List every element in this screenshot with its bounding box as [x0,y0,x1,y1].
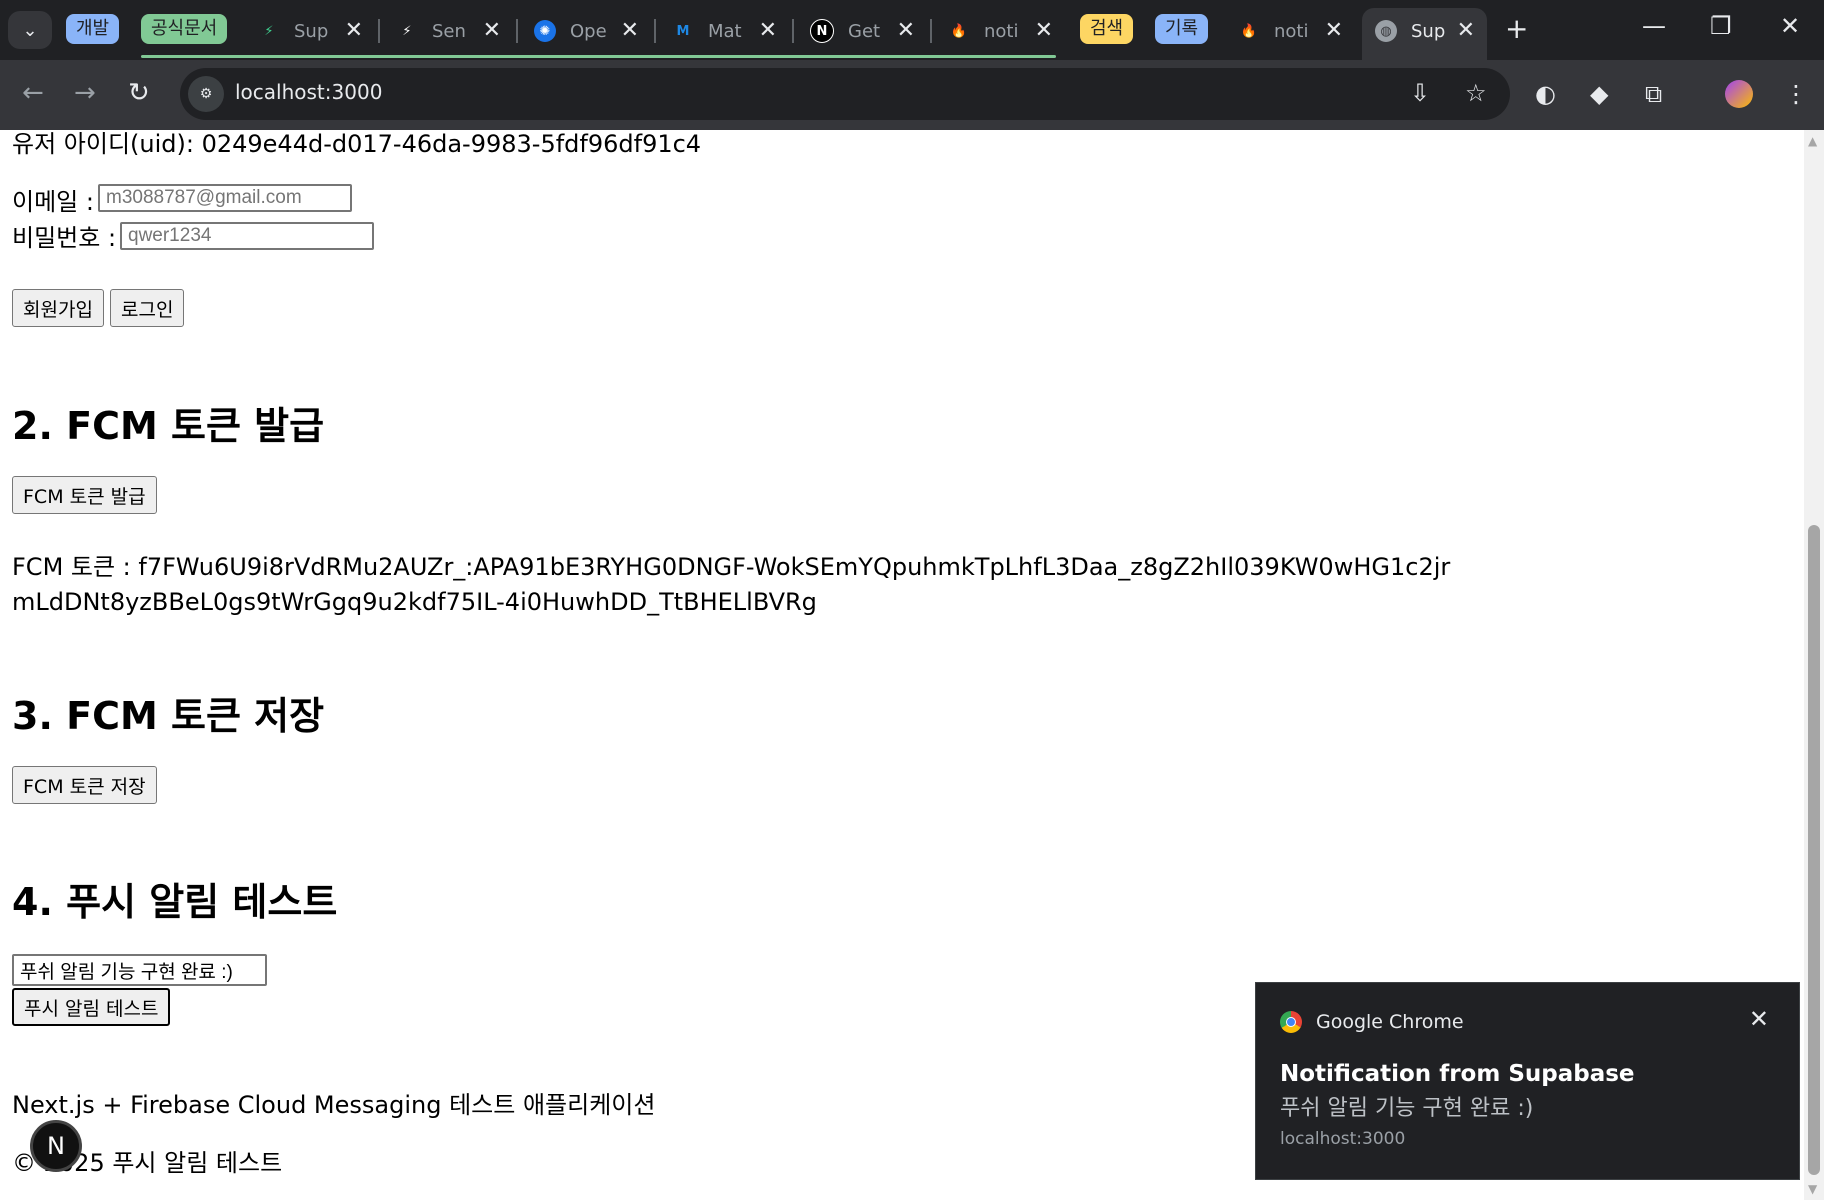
close-icon[interactable]: ✕ [897,18,915,43]
tab-divider [378,19,380,43]
arrow-right-icon: → [74,78,96,108]
notification-body: 푸쉬 알림 기능 구현 완료 :) [1280,1096,1534,1121]
password-label: 비밀번호 : [12,224,117,252]
tab-divider [792,19,794,43]
minimize-icon: — [1642,12,1666,40]
minimize-button[interactable]: — [1642,12,1666,40]
mui-icon: M [676,23,690,39]
notification-app-name: Google Chrome [1316,1011,1464,1033]
chevron-down-icon: ⌄ [22,19,38,41]
url-text: localhost:3000 [235,80,383,104]
firebase-icon: 🔥 [950,23,968,39]
tab-sen[interactable]: ⚡ Sen ✕ [396,14,501,48]
signup-button[interactable]: 회원가입 [12,289,104,327]
tab-group-docs[interactable]: 공식문서 [141,14,228,44]
supabase-icon: ⚡ [264,23,274,39]
restore-icon: ❐ [1710,12,1732,40]
tab-firebase-2[interactable]: 🔥 noti ✕ [1238,14,1343,48]
menu-kebab-icon[interactable]: ⋮ [1784,80,1808,108]
close-icon[interactable]: ✕ [1749,1005,1769,1033]
tab-openai[interactable]: ✺ Ope ✕ [534,14,639,48]
push-message-input[interactable] [12,954,267,986]
scroll-up-icon[interactable]: ▲ [1808,134,1817,148]
save-token-button[interactable]: FCM 토큰 저장 [12,766,157,804]
tab-divider [654,19,656,43]
close-icon[interactable]: ✕ [621,18,639,43]
push-test-button[interactable]: 푸시 알림 테스트 [12,988,171,1026]
tab-divider [930,19,932,43]
section-fcm-issue-title: 2. FCM 토큰 발급 [12,404,325,448]
star-icon[interactable]: ☆ [1465,79,1487,107]
plus-icon: + [1505,12,1529,45]
close-window-button[interactable]: ✕ [1780,12,1800,40]
chrome-notification[interactable]: Google Chrome ✕ Notification from Supaba… [1255,982,1800,1180]
close-icon[interactable]: ✕ [1035,18,1053,43]
nextjs-dev-badge[interactable]: N [30,1120,82,1172]
reload-icon: ↻ [128,78,150,108]
user-id-text: 유저 아이디(uid): 0249e44d-d017-46da-9983-5fd… [12,130,702,158]
close-icon[interactable]: ✕ [1457,18,1475,43]
reload-button[interactable]: ↻ [128,78,150,108]
browser-toolbar: ← → ↻ ⚙ localhost:3000 ⇩ ☆ ◐ ◆ ⧉ ⋮ [0,60,1824,130]
close-icon[interactable]: ✕ [759,18,777,43]
tab-mui[interactable]: M Mat ✕ [672,14,777,48]
tab-label: Get [848,20,881,42]
tab-nextjs[interactable]: N Get ✕ [810,14,915,48]
tab-divider [516,19,518,43]
tab-label: Sup [294,20,329,42]
tab-search-button[interactable]: ⌄ [8,11,52,49]
email-label: 이메일 : [12,188,94,216]
password-field[interactable] [120,222,374,250]
install-app-icon[interactable]: ⇩ [1410,79,1430,107]
back-button[interactable]: ← [22,78,44,108]
login-button[interactable]: 로그인 [110,289,185,327]
nextjs-icon: N [810,19,834,43]
tab-label: noti [1274,20,1309,42]
tab-firebase-1[interactable]: 🔥 noti ✕ [948,14,1053,48]
bolt-icon: ⚡ [402,23,412,39]
scroll-thumb[interactable] [1808,525,1820,1175]
extension-color-icon[interactable]: ◐ [1535,80,1556,108]
arrow-left-icon: ← [22,78,44,108]
scroll-down-icon[interactable]: ▼ [1808,1182,1817,1196]
fcm-token-text: FCM 토큰 : f7FWu6U9i8rVdRMu2AUZr_:APA91bE3… [12,553,1451,616]
openai-icon: ✺ [534,20,556,42]
active-tab-content: ◍ Sup ✕ [1375,14,1475,48]
tab-label: Sup [1411,20,1446,42]
close-icon[interactable]: ✕ [483,18,501,43]
site-info-button[interactable]: ⚙ [188,76,224,112]
tab-label: Sen [432,20,466,42]
extension-code-icon[interactable]: ◆ [1590,80,1608,108]
tab-strip: ⌄ 개발 공식문서 ⚡ Sup ✕ ⚡ Sen ✕ ✺ Ope ✕ M Mat … [0,0,1824,60]
tab-group-underline [141,55,1056,58]
notification-title: Notification from Supabase [1280,1061,1635,1087]
tune-icon: ⚙ [199,86,213,102]
issue-token-button[interactable]: FCM 토큰 발급 [12,476,157,514]
notification-origin: localhost:3000 [1280,1129,1406,1149]
page-scrollbar[interactable]: ▲ ▼ [1804,130,1824,1200]
extensions-puzzle-icon[interactable]: ⧉ [1645,80,1662,108]
chrome-icon [1280,1011,1302,1033]
new-tab-button[interactable]: + [1505,12,1528,45]
close-icon[interactable]: ✕ [345,18,363,43]
tab-group-dev[interactable]: 개발 [66,14,120,44]
tab-group-search[interactable]: 검색 [1080,14,1134,44]
close-icon[interactable]: ✕ [1325,18,1343,43]
section-push-test-title: 4. 푸시 알림 테스트 [12,880,338,924]
restore-button[interactable]: ❐ [1710,12,1732,40]
email-field[interactable] [98,184,352,212]
footer-text: Next.js + Firebase Cloud Messaging 테스트 애… [12,1091,656,1119]
tab-label: Mat [708,20,742,42]
forward-button[interactable]: → [74,78,96,108]
profile-avatar[interactable] [1725,80,1753,108]
globe-icon: ◍ [1375,20,1397,42]
tab-supabase[interactable]: ⚡ Sup ✕ [258,14,363,48]
tab-group-history[interactable]: 기록 [1155,14,1209,44]
tab-label: Ope [570,20,606,42]
close-icon: ✕ [1780,12,1801,40]
section-fcm-save-title: 3. FCM 토큰 저장 [12,694,325,738]
tab-label: noti [984,20,1019,42]
address-bar[interactable]: ⚙ localhost:3000 ⇩ ☆ [180,68,1510,120]
firebase-icon: 🔥 [1240,23,1258,39]
